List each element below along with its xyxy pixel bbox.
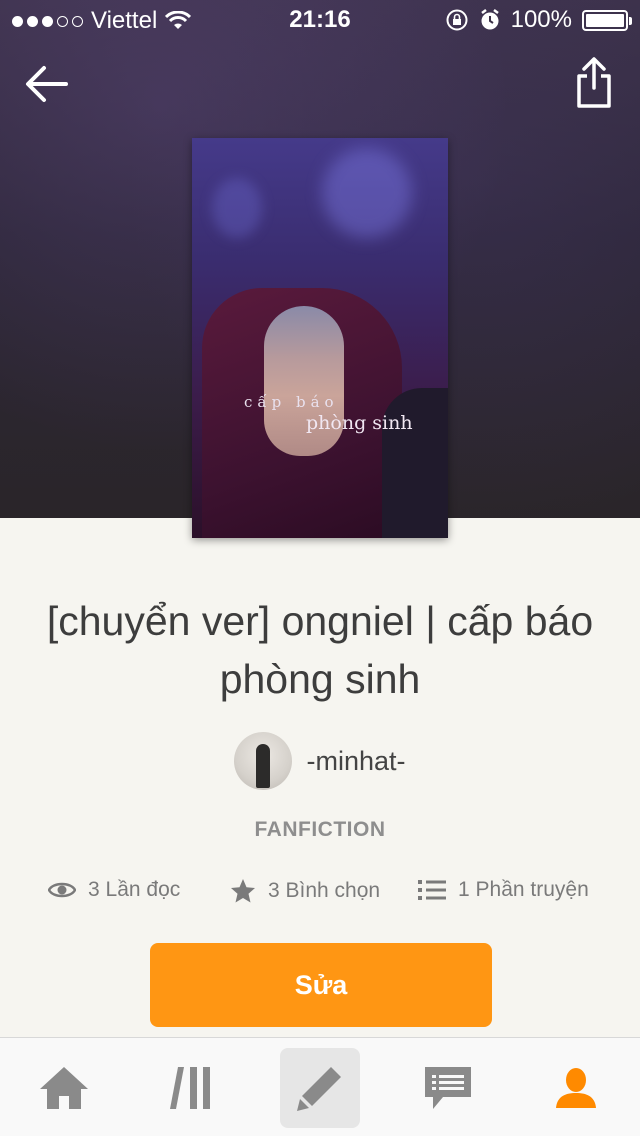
status-bar: Viettel 21:16 100%	[0, 0, 640, 40]
reads-count: 3 Lần đọc	[88, 878, 181, 901]
star-icon	[231, 879, 255, 903]
stat-reads: 3 Lần đọc	[48, 878, 180, 902]
parts-count: 1 Phần truyện	[458, 878, 589, 901]
author-row[interactable]: -minhat-	[0, 732, 640, 790]
share-icon[interactable]	[574, 56, 614, 110]
home-icon	[40, 1067, 88, 1109]
edit-button[interactable]: Sửa	[150, 943, 492, 1027]
author-name[interactable]: -minhat-	[306, 746, 405, 777]
battery-icon	[582, 9, 632, 31]
status-right: 100%	[445, 6, 632, 34]
tab-profile[interactable]	[536, 1048, 616, 1128]
votes-count: 3 Bình chọn	[268, 879, 381, 902]
cover-title-line2: phòng sinh	[306, 412, 413, 434]
library-icon	[170, 1067, 210, 1109]
rotation-lock-icon	[446, 9, 468, 31]
tab-write[interactable]	[280, 1048, 360, 1128]
battery-percent: 100%	[510, 6, 572, 33]
messages-icon	[425, 1067, 471, 1109]
category-label: FANFICTION	[254, 818, 386, 841]
tab-home[interactable]	[24, 1048, 104, 1128]
stat-votes: 3 Bình chọn	[230, 878, 380, 904]
back-arrow-icon[interactable]	[22, 60, 70, 108]
bottom-tab-bar	[0, 1037, 640, 1136]
cover-title-line1: cấp báo	[244, 393, 339, 411]
tab-library[interactable]	[152, 1048, 232, 1128]
story-title: [chuyển ver] ongniel | cấp báo phòng sin…	[46, 598, 594, 702]
profile-icon	[556, 1068, 596, 1108]
alarm-icon	[480, 9, 499, 30]
avatar[interactable]	[234, 732, 293, 790]
pencil-icon	[297, 1067, 341, 1111]
eye-icon	[48, 882, 76, 898]
list-icon	[418, 880, 446, 900]
tab-messages[interactable]	[408, 1048, 488, 1128]
story-cover-image[interactable]: cấp báo phòng sinh	[192, 138, 448, 538]
story-stats: 3 Lần đọc 3 Bình chọn 1 Phần truyện	[0, 878, 640, 912]
stat-parts: 1 Phần truyện	[418, 878, 589, 902]
